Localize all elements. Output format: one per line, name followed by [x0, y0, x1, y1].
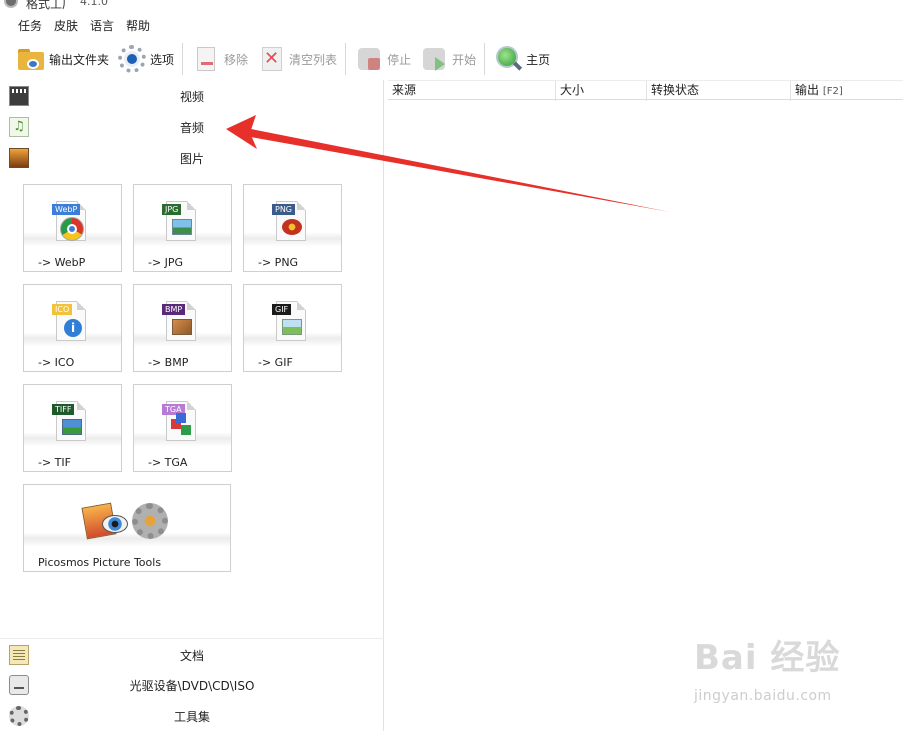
webp-file-icon: WebP: [52, 199, 90, 243]
jpg-tag: JPG: [162, 204, 182, 215]
category-video-label: 视频: [179, 90, 204, 104]
ico-file-icon: ICO i: [52, 299, 90, 343]
home-globe-icon: [493, 44, 523, 74]
webp-tag: WebP: [52, 204, 81, 215]
category-image-label: 图片: [179, 152, 204, 166]
tile-tga[interactable]: TGA -> TGA: [133, 384, 232, 472]
tile-png-label: -> PNG: [258, 256, 299, 269]
tile-webp[interactable]: WebP -> WebP: [23, 184, 122, 272]
window-title: 格式工厂: [26, 0, 75, 11]
gif-tag: GIF: [272, 304, 292, 315]
tile-webp-label: -> WebP: [38, 256, 86, 269]
png-tag: PNG: [272, 204, 296, 215]
category-audio-label: 音频: [179, 121, 204, 135]
task-table-header: 来源 大小 转换状态 输出 [F2]: [388, 80, 903, 101]
window-version: 4.1.0: [80, 0, 108, 8]
category-document[interactable]: 文档: [0, 638, 384, 669]
tile-ico[interactable]: ICO i -> ICO: [23, 284, 122, 372]
clear-list-button[interactable]: ✕ 清空列表: [252, 40, 341, 78]
tiff-file-icon: TIFF: [52, 399, 90, 443]
column-output-label: 输出: [795, 83, 820, 97]
stop-icon: [354, 44, 384, 74]
toolbar-separator: [345, 43, 347, 75]
tile-gif[interactable]: GIF -> GIF: [243, 284, 342, 372]
toolbar-separator: [182, 43, 184, 75]
category-toolbox-label: 工具集: [173, 710, 210, 724]
start-icon: [419, 44, 449, 74]
category-rom-label: 光驱设备\DVD\CD\ISO: [129, 679, 255, 693]
remove-icon: [191, 44, 221, 74]
column-size-label: 大小: [560, 83, 585, 97]
tiff-tag: TIFF: [52, 404, 75, 415]
jpg-file-icon: JPG: [162, 199, 200, 243]
png-file-icon: PNG: [272, 199, 310, 243]
menu-language[interactable]: 语言: [84, 14, 120, 38]
category-audio[interactable]: ♫ 音频: [0, 111, 384, 142]
tile-jpg[interactable]: JPG -> JPG: [133, 184, 232, 272]
baidu-jingyan-watermark: Bai 经验 jingyan.baidu.com: [690, 630, 860, 710]
column-status-label: 转换状态: [651, 83, 700, 97]
tile-tif-label: -> TIF: [38, 456, 71, 469]
category-video[interactable]: 视频: [0, 80, 384, 111]
column-size[interactable]: 大小: [556, 81, 647, 101]
home-button[interactable]: 主页: [489, 40, 554, 78]
menu-bar: 任务 皮肤 语言 帮助: [0, 14, 903, 38]
toolbar: 输出文件夹 选项 移除 ✕ 清空列表 停止 开始 主页: [0, 38, 903, 80]
options-gear-icon: [117, 44, 147, 74]
toolbar-separator: [484, 43, 486, 75]
tile-bmp-label: -> BMP: [148, 356, 189, 369]
tile-tga-label: -> TGA: [148, 456, 188, 469]
bmp-tag: BMP: [162, 304, 186, 315]
column-output-hotkey: [F2]: [822, 86, 843, 97]
tile-picosmos-label: Picosmos Picture Tools: [38, 556, 162, 569]
picosmos-picture-tools-icon: [80, 499, 176, 543]
app-icon: [4, 0, 18, 8]
tile-picosmos[interactable]: Picosmos Picture Tools: [23, 484, 231, 572]
stop-button[interactable]: 停止: [350, 40, 415, 78]
tile-bmp[interactable]: BMP -> BMP: [133, 284, 232, 372]
gif-file-icon: GIF: [272, 299, 310, 343]
column-source-label: 来源: [392, 83, 417, 97]
options-label: 选项: [150, 52, 175, 67]
bmp-file-icon: BMP: [162, 299, 200, 343]
home-label: 主页: [526, 52, 551, 67]
tile-tif[interactable]: TIFF -> TIF: [23, 384, 122, 472]
clear-list-label: 清空列表: [289, 52, 338, 67]
output-folder-button[interactable]: 输出文件夹: [12, 40, 113, 78]
menu-task[interactable]: 任务: [12, 14, 48, 38]
folder-icon: [16, 44, 46, 74]
tile-png[interactable]: PNG -> PNG: [243, 184, 342, 272]
category-toolbox[interactable]: 工具集: [0, 700, 384, 731]
start-label: 开始: [452, 52, 477, 67]
menu-help[interactable]: 帮助: [120, 14, 156, 38]
tile-gif-label: -> GIF: [258, 356, 293, 369]
tga-file-icon: TGA: [162, 399, 200, 443]
options-button[interactable]: 选项: [113, 40, 178, 78]
column-source[interactable]: 来源: [388, 81, 556, 101]
menu-skin[interactable]: 皮肤: [48, 14, 84, 38]
ico-tag: ICO: [52, 304, 73, 315]
watermark-url: jingyan.baidu.com: [694, 688, 832, 704]
remove-button[interactable]: 移除: [187, 40, 252, 78]
tile-ico-label: -> ICO: [38, 356, 75, 369]
column-output[interactable]: 输出 [F2]: [791, 81, 903, 101]
tile-jpg-label: -> JPG: [148, 256, 184, 269]
start-button[interactable]: 开始: [415, 40, 480, 78]
stop-label: 停止: [387, 52, 412, 67]
remove-label: 移除: [224, 52, 249, 67]
clear-list-icon: ✕: [256, 44, 286, 74]
column-status[interactable]: 转换状态: [647, 81, 791, 101]
left-category-panel: 视频 ♫ 音频 图片 WebP -> WebP JPG -> JPG PNG -: [0, 80, 384, 731]
output-folder-label: 输出文件夹: [49, 52, 110, 67]
title-bar: 格式工厂 4.1.0: [0, 0, 903, 14]
category-rom-device[interactable]: 光驱设备\DVD\CD\ISO: [0, 669, 384, 700]
category-document-label: 文档: [179, 649, 204, 663]
watermark-brand: Bai 经验: [694, 638, 841, 678]
category-image[interactable]: 图片: [0, 142, 384, 173]
